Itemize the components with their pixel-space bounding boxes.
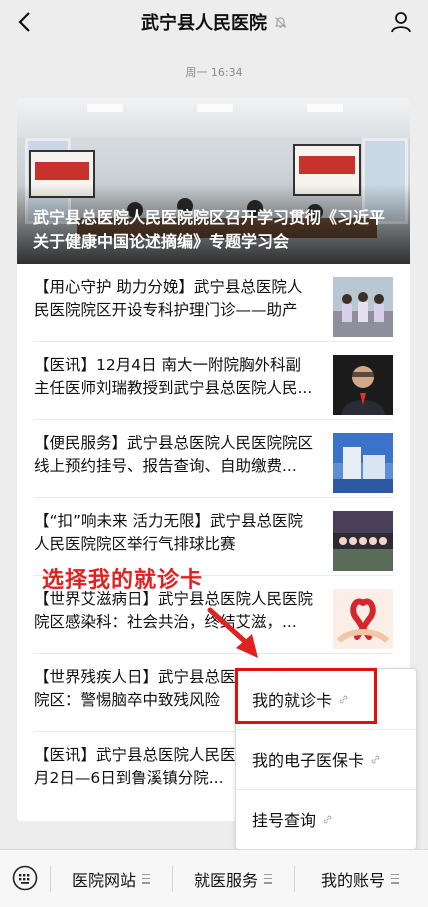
article-item[interactable]: 【用心守护 助力分娩】武宁县总医院人民医院院区开设专科护理门诊——助产士... [17,264,410,342]
menu-item-medical-insurance-card[interactable]: 我的电子医保卡 [236,729,416,789]
link-icon [322,813,334,825]
tab-label: 就医服务 [193,870,258,890]
keyboard-toggle-button[interactable] [8,864,42,892]
menu-lines-icon [264,873,272,884]
message-timestamp: 周一 16:34 [185,66,243,79]
article-item-title: 【“扣”响未来 活力无限】武宁县总医院人民医院院区举行气排球比赛 [34,512,303,553]
article-item-title: 【医讯】12月4日 南大一附院胸外科副主任医师刘瑞教授到武宁县总医院人民... [34,356,313,397]
hero-caption: 武宁县总医院人民医院院区召开学习贯彻《习近平关于健康中国论述摘编》专题学习会 [33,208,386,251]
bell-off-icon [273,15,287,29]
menu-item-label: 挂号查询 [252,811,317,830]
title-group: 武宁县人民医院 [141,9,287,35]
article-thumbnail [333,433,393,493]
tab-my-account[interactable]: 我的账号 [295,850,425,907]
article-item-title: 【世界艾滋病日】武宁县总医院人民医院院区感染科：社会共治，终结艾滋，... [34,590,314,631]
bottom-menu-bar: 医院网站 就医服务 我的账号 [0,849,428,907]
menu-lines-icon [142,873,150,884]
article-item[interactable]: 【便民服务】武宁县总医院人民医院院区线上预约挂号、报告查询、自助缴费... [17,420,410,498]
article-thumbnail [333,589,393,649]
menu-lines-icon [391,873,399,884]
article-item-title: 【便民服务】武宁县总医院人民医院院区线上预约挂号、报告查询、自助缴费... [34,434,314,475]
menu-item-label: 我的电子医保卡 [252,751,365,770]
article-thumbnail [333,511,393,571]
article-thumbnail [333,277,393,337]
article-item[interactable]: 【医讯】12月4日 南大一附院胸外科副主任医师刘瑞教授到武宁县总医院人民... [17,342,410,420]
tab-hospital-website[interactable]: 医院网站 [51,850,171,907]
article-item-title: 【用心守护 助力分娩】武宁县总医院人民医院院区开设专科护理门诊——助产士... [34,278,303,319]
chevron-left-icon [18,12,30,32]
back-button[interactable] [12,8,36,36]
menu-item-registration-query[interactable]: 挂号查询 [236,789,416,849]
profile-button[interactable] [388,8,414,36]
annotation-arrow-icon [207,607,258,658]
account-title: 武宁县人民医院 [141,13,267,34]
link-icon [370,753,382,765]
highlight-box-my-card [235,668,377,724]
tab-label: 医院网站 [71,870,136,890]
keyboard-icon [12,865,38,891]
tab-label: 我的账号 [320,870,385,890]
article-thumbnail [333,355,393,415]
annotation-text: 选择我的就诊卡 [42,568,204,593]
hero-article[interactable]: 武宁县总医院人民医院院区召开学习贯彻《习近平关于健康中国论述摘编》专题学习会 [17,98,410,264]
person-icon [391,12,411,33]
top-nav-bar: 武宁县人民医院 [0,0,428,44]
tab-medical-services[interactable]: 就医服务 [173,850,293,907]
